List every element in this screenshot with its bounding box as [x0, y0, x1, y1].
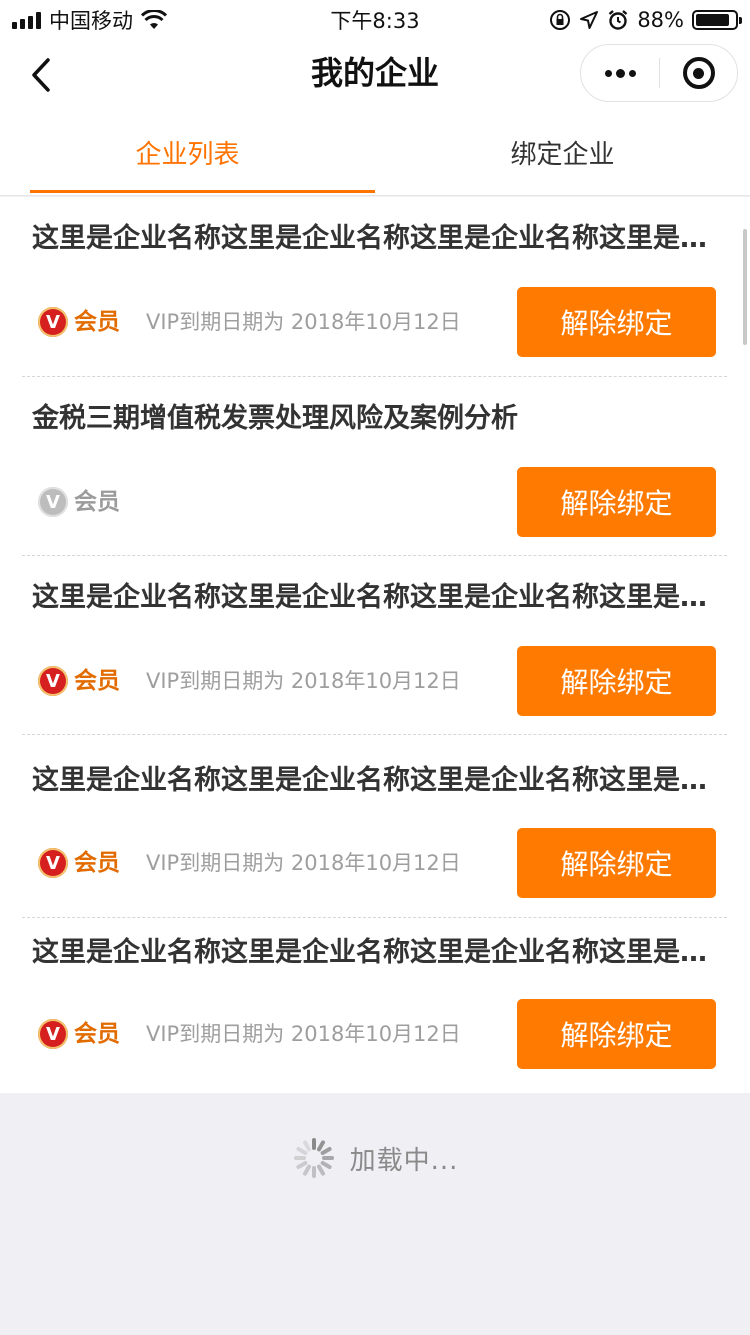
company-list[interactable]: 这里是企业名称这里是企业名称这里是企业名称这里是企业名称 V 会员 VIP到期日…	[0, 197, 750, 1093]
tab-company-list[interactable]: 企业列表	[0, 110, 375, 195]
company-meta: V 会员 VIP到期日期为 2018年10月12日 解除绑定	[36, 646, 722, 716]
status-bar: 中国移动 下午8:33 88%	[0, 0, 750, 40]
signal-icon	[12, 11, 41, 29]
vip-badge-icon: V	[38, 487, 68, 517]
location-icon	[580, 11, 599, 29]
company-meta: V 会员 VIP到期日期为 2018年10月12日 解除绑定	[36, 287, 722, 357]
alarm-icon	[609, 10, 628, 30]
company-name: 这里是企业名称这里是企业名称这里是企业名称这里是企业名称	[32, 937, 722, 968]
nav-bar: 我的企业	[0, 40, 750, 110]
more-dots-icon	[604, 69, 612, 77]
tab-bind-company[interactable]: 绑定企业	[375, 110, 750, 195]
unbind-button[interactable]: 解除绑定	[517, 287, 716, 357]
company-item: 这里是企业名称这里是企业名称这里是企业名称这里是企业名称 V 会员 VIP到期日…	[22, 735, 727, 918]
vip-badge-icon: V	[38, 307, 68, 337]
spinner-icon	[293, 1138, 334, 1178]
close-button[interactable]	[660, 45, 737, 101]
company-name: 这里是企业名称这里是企业名称这里是企业名称这里是企业名称	[32, 765, 722, 796]
member-label: 会员	[74, 850, 120, 876]
vip-expire-date: VIP到期日期为 2018年10月12日	[146, 310, 461, 334]
vip-badge-icon: V	[38, 848, 68, 878]
wifi-icon	[141, 10, 167, 29]
company-item: 这里是企业名称这里是企业名称这里是企业名称这里是企业名称 V 会员 VIP到期日…	[22, 197, 727, 377]
carrier-name: 中国移动	[49, 9, 133, 33]
battery-percent: 88%	[637, 8, 684, 32]
member-label: 会员	[74, 309, 120, 335]
unbind-button[interactable]: 解除绑定	[517, 828, 716, 898]
status-left: 中国移动	[12, 5, 167, 35]
member-label: 会员	[74, 489, 120, 515]
vip-badge-icon: V	[38, 666, 68, 696]
battery-icon	[692, 10, 742, 30]
rotation-lock-icon	[550, 10, 571, 30]
target-icon	[682, 57, 715, 89]
company-item: 这里是企业名称这里是企业名称这里是企业名称这里是企业名称 V 会员 VIP到期日…	[22, 918, 727, 1093]
mini-program-capsule	[580, 44, 738, 102]
unbind-button[interactable]: 解除绑定	[517, 646, 716, 716]
company-name: 这里是企业名称这里是企业名称这里是企业名称这里是企业名称	[32, 223, 722, 254]
unbind-button[interactable]: 解除绑定	[517, 999, 716, 1069]
vip-badge-icon: V	[38, 1019, 68, 1049]
vip-expire-date: VIP到期日期为 2018年10月12日	[146, 669, 461, 693]
scrollbar[interactable]	[743, 229, 747, 345]
company-meta: V 会员 VIP到期日期为 2018年10月12日 解除绑定	[36, 999, 722, 1069]
more-button[interactable]	[581, 45, 659, 101]
unbind-button[interactable]: 解除绑定	[517, 467, 716, 537]
chevron-left-icon	[32, 58, 50, 92]
member-label: 会员	[74, 668, 120, 694]
company-name: 这里是企业名称这里是企业名称这里是企业名称这里是企业名称	[32, 582, 722, 613]
vip-expire-date: VIP到期日期为 2018年10月12日	[146, 1022, 461, 1046]
back-button[interactable]	[18, 52, 64, 98]
loading-text: 加载中...	[349, 1145, 459, 1176]
status-right: 88%	[549, 8, 742, 32]
company-meta: V 会员 解除绑定	[36, 467, 722, 537]
company-meta: V 会员 VIP到期日期为 2018年10月12日 解除绑定	[36, 828, 722, 898]
member-label: 会员	[74, 1021, 120, 1047]
vip-expire-date: VIP到期日期为 2018年10月12日	[146, 851, 461, 875]
loading-indicator: 加载中...	[0, 1130, 750, 1186]
battery-level	[696, 14, 730, 26]
company-item: 金税三期增值税发票处理风险及案例分析 V 会员 解除绑定	[22, 377, 727, 556]
company-item: 这里是企业名称这里是企业名称这里是企业名称这里是企业名称 V 会员 VIP到期日…	[22, 556, 727, 735]
company-name: 金税三期增值税发票处理风险及案例分析	[32, 403, 518, 434]
tab-bar: 企业列表 绑定企业	[0, 110, 750, 196]
